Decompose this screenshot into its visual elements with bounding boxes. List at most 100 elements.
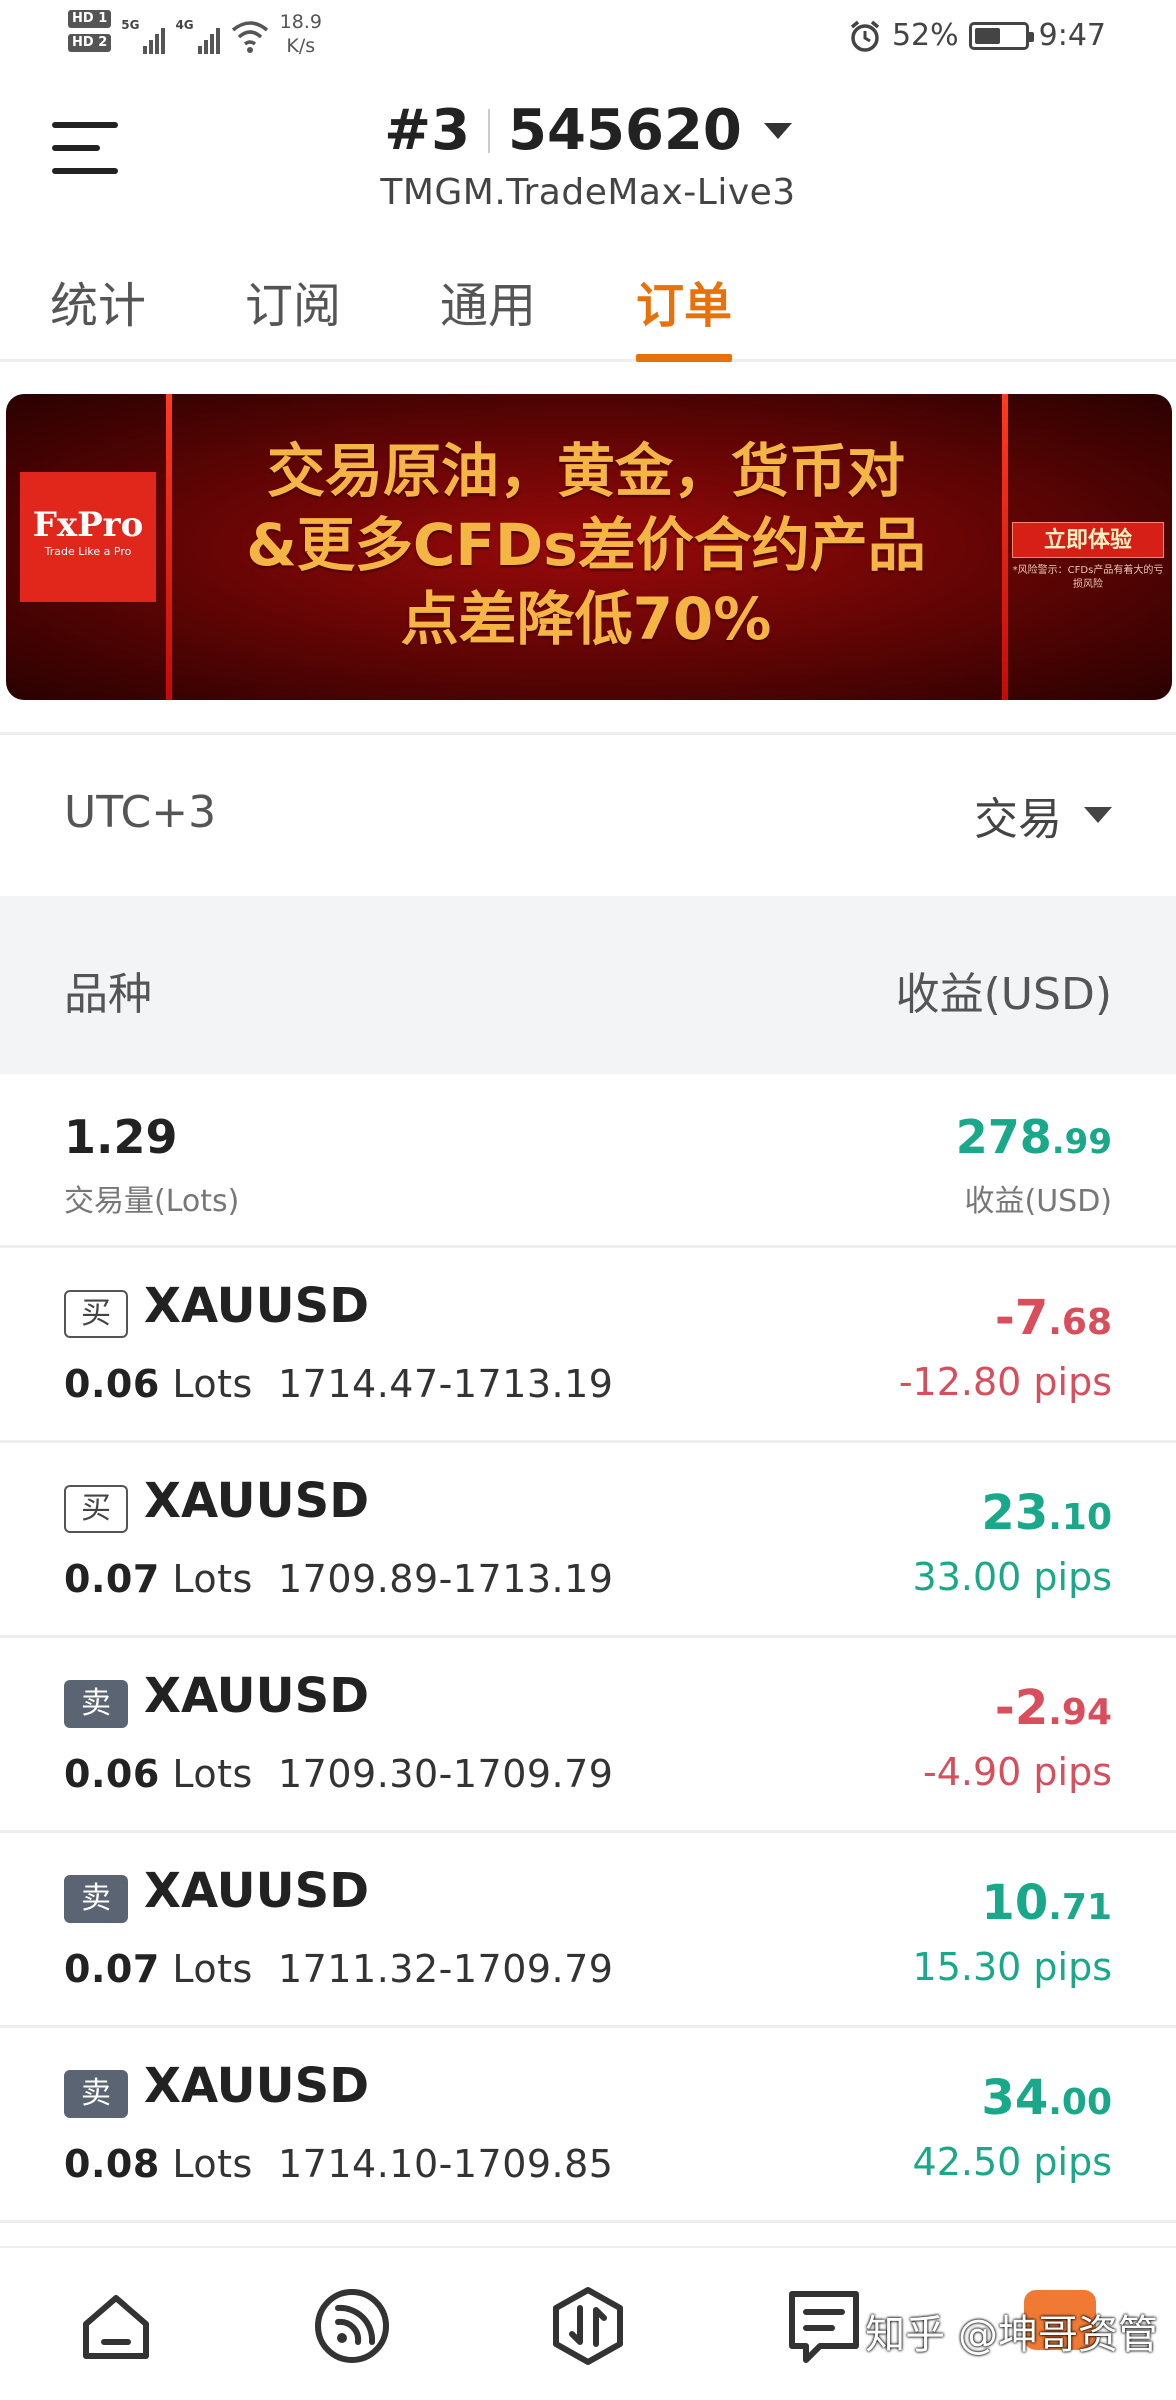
banner-cta-button[interactable]: 立即体验 xyxy=(1012,522,1164,558)
tab-statistics-label: 统计 xyxy=(50,278,147,334)
order-prices: 1714.10-1709.85 xyxy=(277,2142,614,2186)
watermark: 知乎 @坤哥资管 xyxy=(865,2312,1158,2358)
order-detail: 0.06 Lots 1714.47-1713.19 xyxy=(64,1362,613,1406)
order-pnl: 23.10 xyxy=(981,1485,1112,1541)
fxpro-logo: FxPro Trade Like a Pro xyxy=(20,472,156,602)
order-symbol: XAUUSD xyxy=(144,1863,370,1919)
banner-line-2: &更多CFDs差价合约产品 xyxy=(246,511,926,579)
side-badge: 卖 xyxy=(64,2070,128,2118)
order-pips: 42.50 pips xyxy=(912,2140,1112,2184)
tab-general-label: 通用 xyxy=(440,278,537,334)
total-profit: 278.99 xyxy=(956,1110,1112,1164)
order-detail: 0.07 Lots 1711.32-1709.79 xyxy=(64,1947,613,1991)
order-lots: 0.07 xyxy=(64,1557,160,1601)
order-row[interactable]: 卖 XAUUSD 0.07 Lots 1711.32-1709.79 10.71… xyxy=(0,1833,1176,2028)
order-pnl-dec: .10 xyxy=(1048,1497,1112,1538)
order-lots: 0.06 xyxy=(64,1752,160,1796)
hd1-badge: HD 1 xyxy=(68,10,112,28)
column-profit: 收益(USD) xyxy=(895,969,1112,1020)
side-badge: 卖 xyxy=(64,1875,128,1923)
order-prices: 1709.30-1709.79 xyxy=(277,1752,614,1796)
logo-tagline: Trade Like a Pro xyxy=(44,545,132,558)
account-number: 545620 xyxy=(508,98,742,163)
alarm-icon xyxy=(850,20,880,52)
lots-unit: Lots xyxy=(172,1752,253,1796)
signal-feed-icon[interactable] xyxy=(312,2286,392,2366)
order-row[interactable]: 买 XAUUSD 0.07 Lots 1709.89-1713.19 23.10… xyxy=(0,1443,1176,1638)
lots-unit: Lots xyxy=(172,1557,253,1601)
order-pnl-dec: .68 xyxy=(1048,1302,1112,1343)
banner-headline: 交易原油，黄金，货币对 &更多CFDs差价合约产品 点差降低70% xyxy=(176,434,996,656)
tab-subscribe[interactable]: 订阅 xyxy=(245,266,341,362)
promo-banner[interactable]: FxPro Trade Like a Pro 交易原油，黄金，货币对 &更多CF… xyxy=(6,394,1172,700)
order-pnl-dec: .71 xyxy=(1048,1887,1112,1928)
order-pnl-int: -7 xyxy=(994,1290,1049,1346)
type-dropdown[interactable]: 交易 xyxy=(974,783,1112,847)
account-separator xyxy=(488,109,491,153)
tab-active-indicator xyxy=(636,354,733,362)
hd-indicators: HD 1 HD 2 xyxy=(68,10,112,52)
status-left: HD 1 HD 2 5G 4G 18.9 K/s xyxy=(68,10,322,58)
chevron-down-icon[interactable] xyxy=(763,123,792,139)
network-speed: 18.9 K/s xyxy=(280,10,322,58)
banner-edge-left xyxy=(166,394,172,700)
order-row[interactable]: 买 XAUUSD 0.06 Lots 1714.47-1713.19 -7.68… xyxy=(0,1248,1176,1443)
signal-5g-icon: 5G xyxy=(121,18,166,54)
battery-icon xyxy=(968,21,1034,50)
column-symbol: 品种 xyxy=(64,969,152,1020)
tab-orders[interactable]: 订单 xyxy=(636,266,733,362)
signal-4g-icon: 4G xyxy=(175,18,220,54)
order-lots: 0.07 xyxy=(64,1947,160,1991)
order-prices: 1711.32-1709.79 xyxy=(277,1947,614,1991)
banner-risk-note: *风险警示：CFDs产品有着大的亏损风险 xyxy=(1012,565,1164,590)
tab-subscribe-label: 订阅 xyxy=(245,278,342,334)
order-lots: 0.06 xyxy=(64,1362,160,1406)
battery-percent: 52% xyxy=(891,18,959,53)
tab-bar: 统计 订阅 通用 订单 xyxy=(0,246,1176,362)
trade-icon[interactable] xyxy=(548,2286,628,2366)
lots-unit: Lots xyxy=(172,2142,253,2186)
order-symbol: XAUUSD xyxy=(144,1668,370,1724)
tab-statistics[interactable]: 统计 xyxy=(50,266,146,362)
order-row[interactable]: 卖 XAUUSD 0.08 Lots 1714.10-1709.85 34.00… xyxy=(0,2028,1176,2223)
wifi-icon xyxy=(231,21,268,53)
account-selector[interactable]: #3 545620 TMGM.TradeMax-Live3 xyxy=(0,96,1176,213)
order-pnl: 10.71 xyxy=(981,1875,1112,1931)
order-pnl-dec: .00 xyxy=(1048,2082,1112,2123)
order-row[interactable]: 卖 XAUUSD 0.06 Lots 1709.30-1709.79 -2.94… xyxy=(0,1638,1176,1833)
order-pnl-int: -2 xyxy=(994,1680,1049,1736)
account-prefix: #3 xyxy=(384,98,471,163)
dropdown-caret-icon xyxy=(1084,807,1112,823)
order-detail: 0.06 Lots 1709.30-1709.79 xyxy=(64,1752,613,1796)
signal-5g-label: 5G xyxy=(121,18,140,32)
timezone-label[interactable]: UTC+3 xyxy=(64,787,216,838)
order-pnl: 34.00 xyxy=(981,2070,1112,2126)
app-header: #3 545620 TMGM.TradeMax-Live3 xyxy=(0,78,1176,238)
side-badge: 卖 xyxy=(64,1680,128,1728)
orders-list-icon[interactable] xyxy=(784,2286,864,2366)
home-icon[interactable] xyxy=(76,2286,156,2366)
order-symbol: XAUUSD xyxy=(144,2058,370,2114)
order-pnl: -7.68 xyxy=(995,1290,1112,1346)
order-symbol: XAUUSD xyxy=(144,1278,370,1334)
order-pips: -4.90 pips xyxy=(923,1750,1112,1794)
order-detail: 0.07 Lots 1709.89-1713.19 xyxy=(64,1557,613,1601)
lots-unit: Lots xyxy=(172,1362,253,1406)
order-symbol: XAUUSD xyxy=(144,1473,370,1529)
tab-general[interactable]: 通用 xyxy=(440,266,536,362)
logo-text: FxPro xyxy=(32,505,144,545)
total-lots: 1.29 xyxy=(64,1110,178,1164)
order-pnl-int: 10 xyxy=(981,1875,1049,1931)
tab-orders-label: 订单 xyxy=(636,278,733,334)
total-profit-int: 278 xyxy=(955,1110,1052,1164)
server-name: TMGM.TradeMax-Live3 xyxy=(380,172,796,213)
order-detail: 0.08 Lots 1714.10-1709.85 xyxy=(64,2142,613,2186)
order-pnl: -2.94 xyxy=(995,1680,1112,1736)
order-pnl-int: 34 xyxy=(981,2070,1049,2126)
signal-4g-label: 4G xyxy=(175,18,194,32)
order-prices: 1714.47-1713.19 xyxy=(277,1362,614,1406)
total-profit-dec: .99 xyxy=(1051,1122,1112,1162)
clock: 9:47 xyxy=(1038,18,1106,53)
side-badge: 买 xyxy=(64,1290,128,1338)
lots-unit: Lots xyxy=(172,1947,253,1991)
